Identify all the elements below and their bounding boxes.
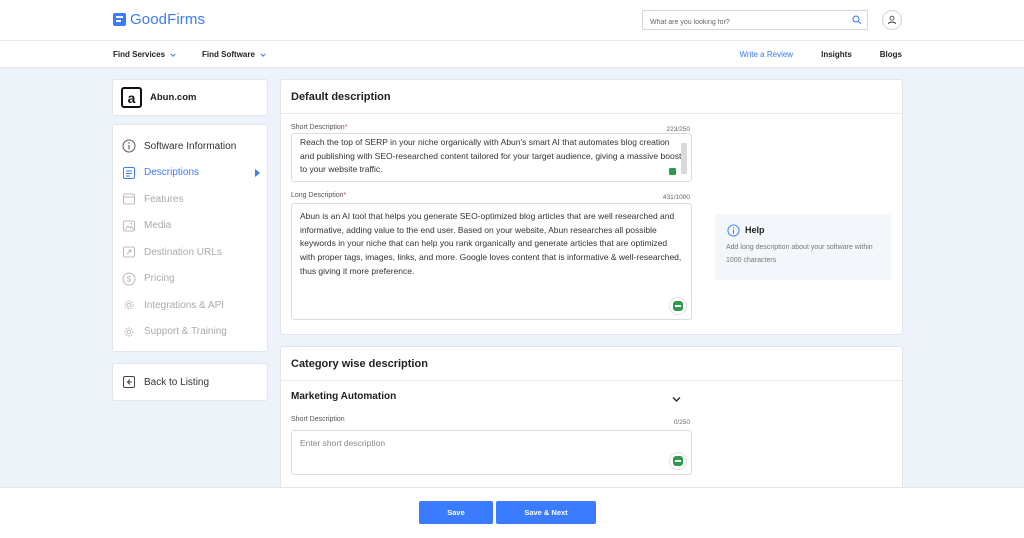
search-input[interactable] — [643, 13, 843, 32]
short-description-label: Short Description* — [291, 124, 347, 131]
company-logo: a — [121, 87, 142, 108]
features-icon — [123, 193, 135, 205]
gear-icon — [124, 300, 134, 310]
category-short-description-label: Short Description — [291, 416, 345, 423]
grammar-extension-icon[interactable] — [669, 452, 687, 470]
user-icon — [887, 15, 897, 25]
save-and-next-button[interactable]: Save & Next — [496, 501, 596, 524]
company-name: Abun.com — [150, 92, 197, 103]
nav-insights[interactable]: Insights — [821, 50, 852, 59]
sidebar-item-label: Software Information — [144, 140, 237, 152]
sidebar-item-label: Features — [144, 193, 184, 205]
category-description-card: Category wise description Marketing Auto… — [280, 346, 903, 491]
footer-bar: Save Save & Next — [0, 487, 1024, 538]
sidebar-item-label: Pricing — [144, 273, 175, 285]
chevron-down-icon — [260, 52, 266, 57]
info-icon — [727, 224, 740, 237]
back-arrow-icon — [123, 376, 135, 388]
nav-find-services-label: Find Services — [113, 50, 166, 59]
sidebar-item-support-training[interactable]: Support & Training — [113, 319, 267, 346]
document-icon — [123, 166, 135, 179]
help-title: Help — [745, 225, 765, 235]
short-description-value: Reach the top of SERP in your niche orga… — [300, 137, 682, 175]
sidebar-item-label: Descriptions — [144, 167, 200, 179]
sidebar-item-label: Media — [144, 220, 172, 232]
svg-text:$: $ — [127, 275, 132, 284]
long-description-label: Long Description* — [291, 192, 346, 199]
sidebar-item-label: Destination URLs — [144, 246, 222, 258]
short-description-field[interactable]: Reach the top of SERP in your niche orga… — [291, 133, 692, 182]
short-description-counter: 223/250 — [666, 126, 691, 133]
required-marker: * — [343, 192, 347, 199]
back-to-listing-button[interactable]: Back to Listing — [112, 363, 268, 401]
long-description-counter: 431/1000 — [662, 194, 690, 201]
long-description-label-text: Long Description — [291, 192, 344, 199]
link-icon — [123, 246, 135, 258]
gear-icon — [124, 327, 134, 337]
dollar-icon: $ — [122, 272, 136, 286]
chevron-down-icon[interactable] — [672, 396, 681, 403]
info-icon — [122, 139, 136, 153]
long-description-field[interactable]: Abun is an AI tool that helps you genera… — [291, 203, 692, 320]
category-name[interactable]: Marketing Automation — [291, 391, 396, 402]
user-account-button[interactable] — [882, 10, 902, 30]
main-nav: Find Services Find Software Write a Revi… — [0, 41, 1024, 68]
category-short-description-counter: 0/250 — [673, 419, 690, 426]
search-icon[interactable] — [852, 15, 862, 25]
back-to-listing-label: Back to Listing — [144, 376, 210, 388]
help-box: Help Add long description about your sof… — [715, 214, 891, 280]
category-short-description-field[interactable]: Enter short description — [291, 430, 692, 475]
help-text: Add long description about your software… — [726, 244, 873, 264]
category-short-description-placeholder: Enter short description — [300, 438, 386, 448]
sidebar-item-pricing[interactable]: $ Pricing — [113, 266, 267, 293]
category-description-title: Category wise description — [281, 347, 902, 381]
nav-find-software-label: Find Software — [202, 50, 255, 59]
sidebar-item-label: Integrations & API — [144, 299, 225, 311]
nav-write-review[interactable]: Write a Review — [739, 50, 793, 59]
nav-blogs[interactable]: Blogs — [880, 50, 902, 59]
long-description-value: Abun is an AI tool that helps you genera… — [300, 211, 682, 276]
short-description-label-text: Short Description — [291, 124, 345, 131]
media-icon — [123, 220, 135, 232]
sidebar-item-destination-urls[interactable]: Destination URLs — [113, 239, 267, 266]
brand-name: GoodFirms — [130, 11, 206, 28]
short-description-scrollbar[interactable] — [681, 143, 687, 174]
logo-mark-icon — [113, 13, 126, 26]
default-description-title: Default description — [281, 80, 902, 114]
grammar-extension-icon[interactable] — [669, 297, 687, 315]
default-description-card: Default description Short Description* 2… — [280, 79, 903, 335]
grammar-extension-icon[interactable] — [669, 168, 676, 175]
nav-find-services[interactable]: Find Services — [113, 50, 176, 59]
sidebar-item-media[interactable]: Media — [113, 213, 267, 240]
sidebar-item-label: Support & Training — [144, 326, 227, 338]
required-marker: * — [344, 124, 348, 131]
sidebar-item-descriptions[interactable]: Descriptions — [113, 160, 267, 187]
top-header: GoodFirms — [0, 0, 1024, 41]
sidebar-menu: Software Information Descriptions Featur… — [112, 124, 268, 352]
sidebar-item-features[interactable]: Features — [113, 186, 267, 213]
save-button[interactable]: Save — [419, 501, 493, 524]
nav-find-software[interactable]: Find Software — [202, 50, 266, 59]
search-box — [642, 10, 868, 32]
sidebar-item-software-information[interactable]: Software Information — [113, 133, 267, 160]
sidebar-item-integrations-api[interactable]: Integrations & API — [113, 292, 267, 319]
chevron-down-icon — [170, 52, 176, 57]
active-arrow-icon — [255, 168, 260, 177]
company-card: a Abun.com — [112, 79, 268, 116]
goodfirms-logo[interactable]: GoodFirms — [113, 11, 205, 28]
